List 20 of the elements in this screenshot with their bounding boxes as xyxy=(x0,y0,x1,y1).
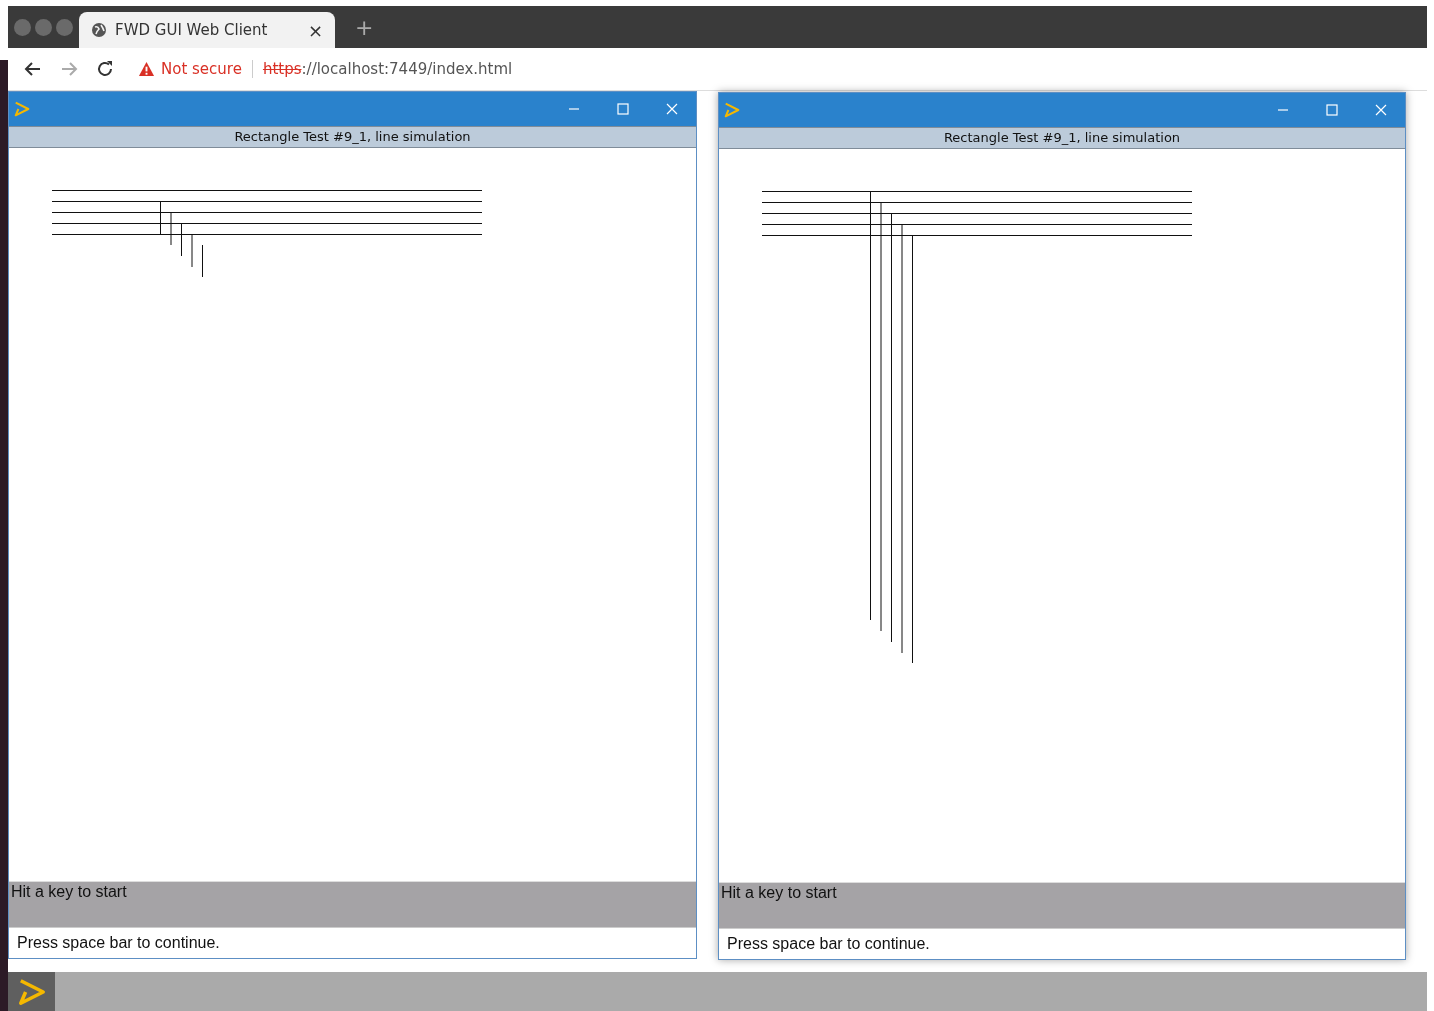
window-title: Rectangle Test #9_1, line simulation xyxy=(9,126,696,148)
status-text: Hit a key to start xyxy=(9,881,696,927)
maximize-window-icon[interactable] xyxy=(56,18,73,36)
logo-icon xyxy=(723,101,741,119)
maximize-icon xyxy=(1325,104,1338,116)
browser-tab[interactable]: FWD GUI Web Client × xyxy=(79,12,335,48)
taskbar-button[interactable] xyxy=(8,972,55,1011)
window-title: Rectangle Test #9_1, line simulation xyxy=(719,127,1405,149)
close-icon xyxy=(1374,104,1387,116)
minimize-window-icon[interactable] xyxy=(35,18,52,36)
close-window-icon[interactable] xyxy=(14,18,31,36)
logo-icon xyxy=(13,100,31,118)
maximize-icon xyxy=(616,103,629,115)
new-tab-button[interactable]: + xyxy=(349,13,380,41)
close-tab-button[interactable]: × xyxy=(305,19,325,41)
url-text[interactable]: https://localhost:7449/index.html xyxy=(262,60,513,78)
globe-icon xyxy=(91,22,107,38)
close-icon xyxy=(665,103,678,115)
status-text: Hit a key to start xyxy=(719,882,1405,928)
security-label[interactable]: Not secure xyxy=(161,60,242,78)
